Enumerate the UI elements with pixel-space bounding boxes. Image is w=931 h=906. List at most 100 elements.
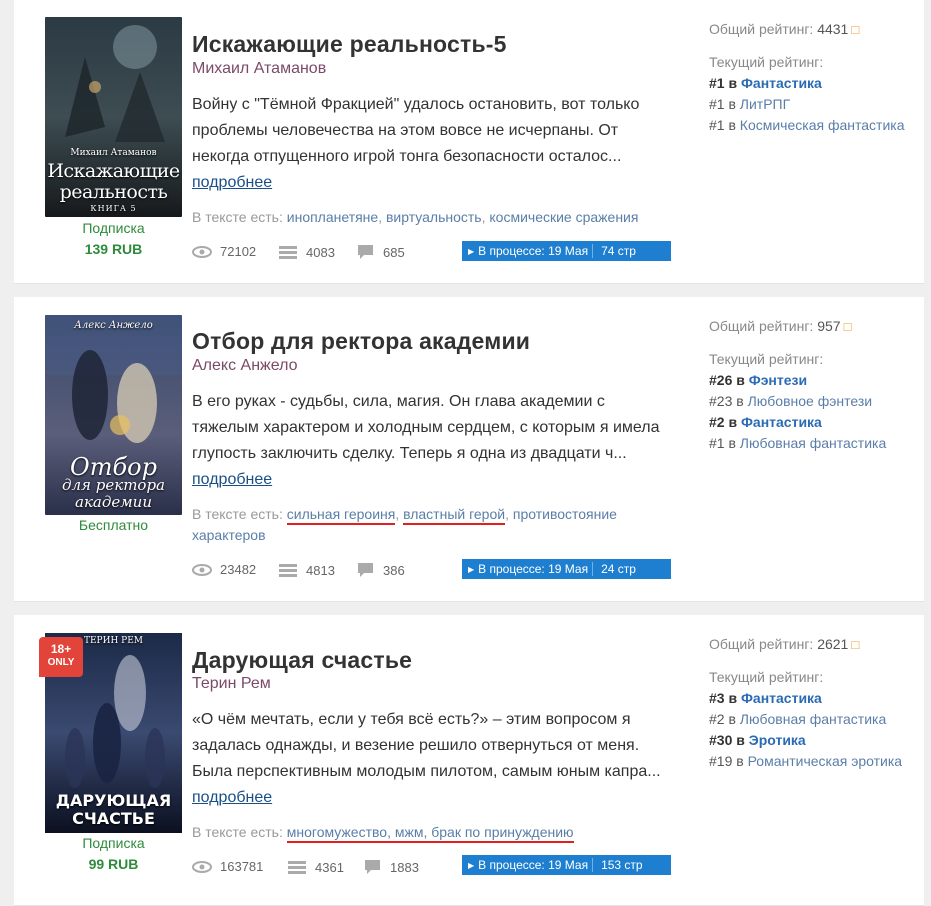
description-text: Войну с "Тёмной Фракцией" удалось остано… <box>192 96 640 165</box>
description-text: В его руках - судьбы, сила, магия. Он гл… <box>192 393 660 462</box>
rank-genre-link[interactable]: ЛитРПГ <box>740 96 790 112</box>
book-card: Михаил Атаманов Искажающие реальность КН… <box>14 0 924 284</box>
library-icon <box>279 246 297 259</box>
library-count: 4361 <box>315 859 344 875</box>
comments-stat: 1883 <box>364 859 419 875</box>
rank-genre-link[interactable]: Любовное фэнтези <box>748 393 873 409</box>
rank-item: #26 в Фэнтези <box>709 372 808 388</box>
tag[interactable]: инопланетяне <box>287 209 378 225</box>
views-stat: 163781 <box>192 859 263 874</box>
library-stat: 4813 <box>278 562 335 578</box>
library-icon <box>288 861 306 874</box>
rank-genre-link[interactable]: Романтическая эротика <box>748 753 903 769</box>
status-progress: ▶ В процессе: 19 Мая <box>462 244 594 258</box>
comment-icon <box>358 563 373 577</box>
tags-label: В тексте есть: <box>192 824 283 840</box>
rank-genre-link[interactable]: Любовная фантастика <box>740 711 886 727</box>
views-count: 163781 <box>220 859 264 874</box>
rating-panel: Общий рейтинг: 4431 □ Текущий рейтинг: #1… <box>709 19 914 136</box>
book-author[interactable]: Алекс Анжело <box>192 357 298 375</box>
book-author[interactable]: Терин Рем <box>192 675 271 693</box>
book-cover[interactable]: Алекс Анжело Отбор для ректора академии <box>45 315 182 515</box>
status-text: В процессе: 19 Мая <box>478 858 589 872</box>
comments-count: 685 <box>383 244 405 260</box>
rank-item: #3 в Фантастика <box>709 690 822 706</box>
price-type: Подписка <box>82 835 145 851</box>
rank-genre-link[interactable]: Любовная фантастика <box>740 435 886 451</box>
total-rating: Общий рейтинг: 2621 □ <box>709 636 860 652</box>
rank-item: #2 в Любовная фантастика <box>709 711 887 727</box>
tag[interactable]: сильная героиня <box>286 506 396 525</box>
rank-item: #1 в ЛитРПГ <box>709 96 791 112</box>
current-rating-label: Текущий рейтинг: <box>709 351 824 367</box>
status-text: В процессе: 19 Мая <box>478 244 589 258</box>
book-title[interactable]: Отбор для ректора академии <box>192 328 530 355</box>
badge-line2: ONLY <box>47 657 75 668</box>
more-link[interactable]: подробнее <box>192 471 272 488</box>
bracket-icon[interactable]: □ <box>851 22 859 37</box>
book-cover[interactable]: Михаил Атаманов Искажающие реальность КН… <box>45 17 182 217</box>
total-rating: Общий рейтинг: 957 □ <box>709 318 852 334</box>
rating-panel: Общий рейтинг: 957 □ Текущий рейтинг: #26… <box>709 316 914 454</box>
book-title[interactable]: Искажающие реальность-5 <box>192 31 507 58</box>
tag[interactable]: многомужество <box>287 824 387 840</box>
rating-panel: Общий рейтинг: 2621 □ Текущий рейтинг: #3… <box>709 634 914 772</box>
library-icon <box>279 564 297 577</box>
status-bar[interactable]: ▶ В процессе: 19 Мая 74 стр <box>462 241 671 261</box>
tags-label: В тексте есть: <box>192 209 283 225</box>
comments-stat: 685 <box>357 244 405 260</box>
rank-item: #2 в Фантастика <box>709 414 822 430</box>
eye-icon <box>192 860 212 873</box>
current-rating-label: Текущий рейтинг: <box>709 54 824 70</box>
views-stat: 23482 <box>192 562 256 577</box>
book-title[interactable]: Дарующая счастье <box>192 647 412 674</box>
tag[interactable]: виртуальность <box>386 209 482 225</box>
rank-item: #23 в Любовное фэнтези <box>709 393 873 409</box>
status-progress: ▶ В процессе: 19 Мая <box>462 858 594 872</box>
price[interactable]: 99 RUB <box>45 856 182 872</box>
cover-title-line2: СЧАСТЬЕ <box>72 809 155 828</box>
page-count: 24 стр <box>601 562 636 576</box>
rank-item: #1 в Любовная фантастика <box>709 435 887 451</box>
total-rating-value: 2621 <box>817 636 849 652</box>
rank-genre-link[interactable]: Фантастика <box>741 690 822 706</box>
bracket-icon[interactable]: □ <box>851 637 859 652</box>
tags: В тексте есть: сильная героиня, властный… <box>192 506 617 543</box>
tag[interactable]: брак по принуждению <box>431 824 573 840</box>
rank-genre-link[interactable]: Фантастика <box>741 75 822 91</box>
more-link[interactable]: подробнее <box>192 174 272 191</box>
page-count: 153 стр <box>601 858 643 872</box>
status-text: В процессе: 19 Мая <box>478 562 589 576</box>
total-rating-value: 957 <box>817 318 841 334</box>
total-rating-value: 4431 <box>817 21 849 37</box>
tag[interactable]: властный герой <box>403 506 506 525</box>
eye-icon <box>192 563 212 576</box>
views-count: 23482 <box>220 562 257 577</box>
more-link[interactable]: подробнее <box>192 789 272 806</box>
comments-count: 386 <box>383 562 405 578</box>
bracket-icon[interactable]: □ <box>844 319 852 334</box>
comments-count: 1883 <box>390 859 419 875</box>
adult-badge: 18+ ONLY <box>39 637 83 677</box>
comments-stat: 386 <box>357 562 405 578</box>
comment-icon <box>365 860 380 874</box>
tags: В тексте есть: инопланетяне, виртуальнос… <box>192 209 639 225</box>
comment-icon <box>358 245 373 259</box>
rank-item: #1 в Фантастика <box>709 75 822 91</box>
book-author[interactable]: Михаил Атаманов <box>192 60 326 78</box>
price-type: Подписка <box>82 220 145 236</box>
rank-genre-link[interactable]: Фантастика <box>741 414 822 430</box>
rank-genre-link[interactable]: Космическая фантастика <box>740 117 905 133</box>
status-bar[interactable]: ▶ В процессе: 19 Мая 24 стр <box>462 559 671 579</box>
status-bar[interactable]: ▶ В процессе: 19 Мая 153 стр <box>462 855 671 875</box>
book-description: Войну с "Тёмной Фракцией" удалось остано… <box>192 92 662 196</box>
book-cover[interactable]: ТЕРИН РЕМ ДАРУЮЩАЯ СЧАСТЬЕ 18+ ONLY <box>39 633 182 833</box>
price[interactable]: 139 RUB <box>45 241 182 257</box>
tag[interactable]: мжм <box>395 824 424 840</box>
rank-genre-link[interactable]: Фэнтези <box>749 372 807 388</box>
tags-label: В тексте есть: <box>192 506 283 522</box>
rank-genre-link[interactable]: Эротика <box>749 732 806 748</box>
tag[interactable]: космические сражения <box>489 209 638 225</box>
play-icon: ▶ <box>468 246 475 256</box>
rank-item: #30 в Эротика <box>709 732 806 748</box>
